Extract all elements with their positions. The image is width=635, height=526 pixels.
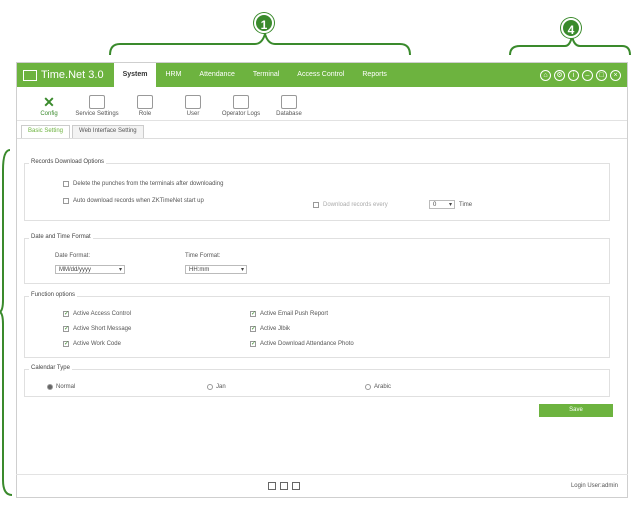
radio-unselected[interactable] <box>365 384 371 390</box>
function-option[interactable]: ✓ Active Download Attendance Photo <box>250 341 354 347</box>
tool-database[interactable]: Database <box>265 95 313 120</box>
checkbox-checked[interactable]: ✓ <box>250 341 256 347</box>
checkbox-checked[interactable]: ✓ <box>250 326 256 332</box>
menu-attendance[interactable]: Attendance <box>190 63 243 87</box>
auto-download-checkbox[interactable] <box>63 198 69 204</box>
function-option[interactable]: ✓ Active Access Control <box>63 311 131 317</box>
maximize-icon[interactable]: □ <box>596 69 607 81</box>
download-every-stepper[interactable]: 0 <box>429 200 455 209</box>
export-icon[interactable] <box>268 482 276 490</box>
auto-download-option[interactable]: Auto download records when ZKTimeNet sta… <box>63 198 204 204</box>
function-options-title: Function options <box>29 292 78 298</box>
radio-unselected[interactable] <box>207 384 213 390</box>
checkbox-checked[interactable]: ✓ <box>63 341 69 347</box>
app-logo: Time.Net 3.0 <box>23 69 104 81</box>
checkbox-checked[interactable]: ✓ <box>63 326 69 332</box>
tab-web-interface-setting[interactable]: Web Interface Setting <box>72 125 144 138</box>
keyboard-icon[interactable] <box>280 482 288 490</box>
menu-hrm[interactable]: HRM <box>156 63 190 87</box>
top-menu-bar: Time.Net 3.0 System HRM Attendance Termi… <box>17 63 627 87</box>
copy-icon[interactable] <box>292 482 300 490</box>
time-format-select[interactable]: HH:mm <box>185 265 247 274</box>
records-download-title: Records Download Options <box>29 159 107 165</box>
log-icon <box>233 95 249 109</box>
calendar-type-title: Calendar Type <box>29 365 72 371</box>
menu-access-control[interactable]: Access Control <box>288 63 353 87</box>
time-format-label: Time Format: <box>185 253 221 259</box>
download-every-unit: Time <box>459 202 473 208</box>
function-option[interactable]: ✓ Active Work Code <box>63 341 121 347</box>
records-download-group: Records Download Options Delete the punc… <box>24 159 610 221</box>
checkbox-checked[interactable]: ✓ <box>250 311 256 317</box>
date-format-select[interactable]: MM/dd/yyyy <box>55 265 125 274</box>
function-option[interactable]: ✓ Active Jlbik <box>250 326 290 332</box>
app-title: Time.Net 3.0 <box>41 69 104 81</box>
window-controls: ⌂ ⚙ i – □ × <box>540 69 627 81</box>
logo-icon <box>23 69 37 81</box>
date-format-label: Date Format: <box>55 253 91 259</box>
save-button[interactable]: Save <box>539 404 613 417</box>
date-time-title: Date and Time Format <box>29 234 93 240</box>
tool-user[interactable]: User <box>169 95 217 120</box>
tool-role[interactable]: Role <box>121 95 169 120</box>
checkbox-checked[interactable]: ✓ <box>63 311 69 317</box>
calendar-option-jan[interactable]: Jan <box>207 384 226 390</box>
role-icon <box>137 95 153 109</box>
database-icon <box>281 95 297 109</box>
function-option[interactable]: ✓ Active Short Message <box>63 326 131 332</box>
callout-badge-4: 4 <box>561 18 581 38</box>
calendar-option-arabic[interactable]: Arabic <box>365 384 391 390</box>
home-icon[interactable]: ⌂ <box>540 69 551 81</box>
delete-punches-option[interactable]: Delete the punches from the terminals af… <box>63 181 223 187</box>
date-time-group: Date and Time Format Date Format: MM/dd/… <box>24 234 610 284</box>
settings-tabs: Basic Setting Web Interface Setting <box>17 121 627 139</box>
minimize-icon[interactable]: – <box>582 69 593 81</box>
callout-badge-1: 1 <box>254 13 274 33</box>
function-options-group: Function options ✓ Active Access Control … <box>24 292 610 358</box>
delete-punches-checkbox[interactable] <box>63 181 69 187</box>
status-bar: Login User:admin <box>16 474 628 498</box>
mail-icon <box>89 95 105 109</box>
menu-system[interactable]: System <box>113 63 157 87</box>
menu-terminal[interactable]: Terminal <box>244 63 288 87</box>
user-icon <box>185 95 201 109</box>
wrench-icon: ✕ <box>43 94 55 110</box>
menu-reports[interactable]: Reports <box>353 63 396 87</box>
tool-config[interactable]: ✕ Config <box>25 95 73 120</box>
function-option[interactable]: ✓ Active Email Push Report <box>250 311 328 317</box>
settings-icon[interactable]: ⚙ <box>554 69 565 81</box>
system-toolbar: ✕ Config Service Settings Role User Opera… <box>17 87 627 121</box>
status-icons <box>268 482 300 490</box>
login-user-text: Login User:admin <box>570 483 618 489</box>
close-icon[interactable]: × <box>610 69 621 81</box>
info-icon[interactable]: i <box>568 69 579 81</box>
tool-operator-logs[interactable]: Operator Logs <box>217 95 265 120</box>
calendar-option-normal[interactable]: Normal <box>47 384 75 390</box>
tool-service-settings[interactable]: Service Settings <box>73 95 121 120</box>
tab-basic-setting[interactable]: Basic Setting <box>21 125 71 138</box>
calendar-type-group: Calendar Type Normal Jan Arabic <box>24 365 610 397</box>
radio-selected[interactable] <box>47 384 53 390</box>
download-every-option[interactable]: Download records every <box>313 202 388 208</box>
download-every-checkbox[interactable] <box>313 202 319 208</box>
